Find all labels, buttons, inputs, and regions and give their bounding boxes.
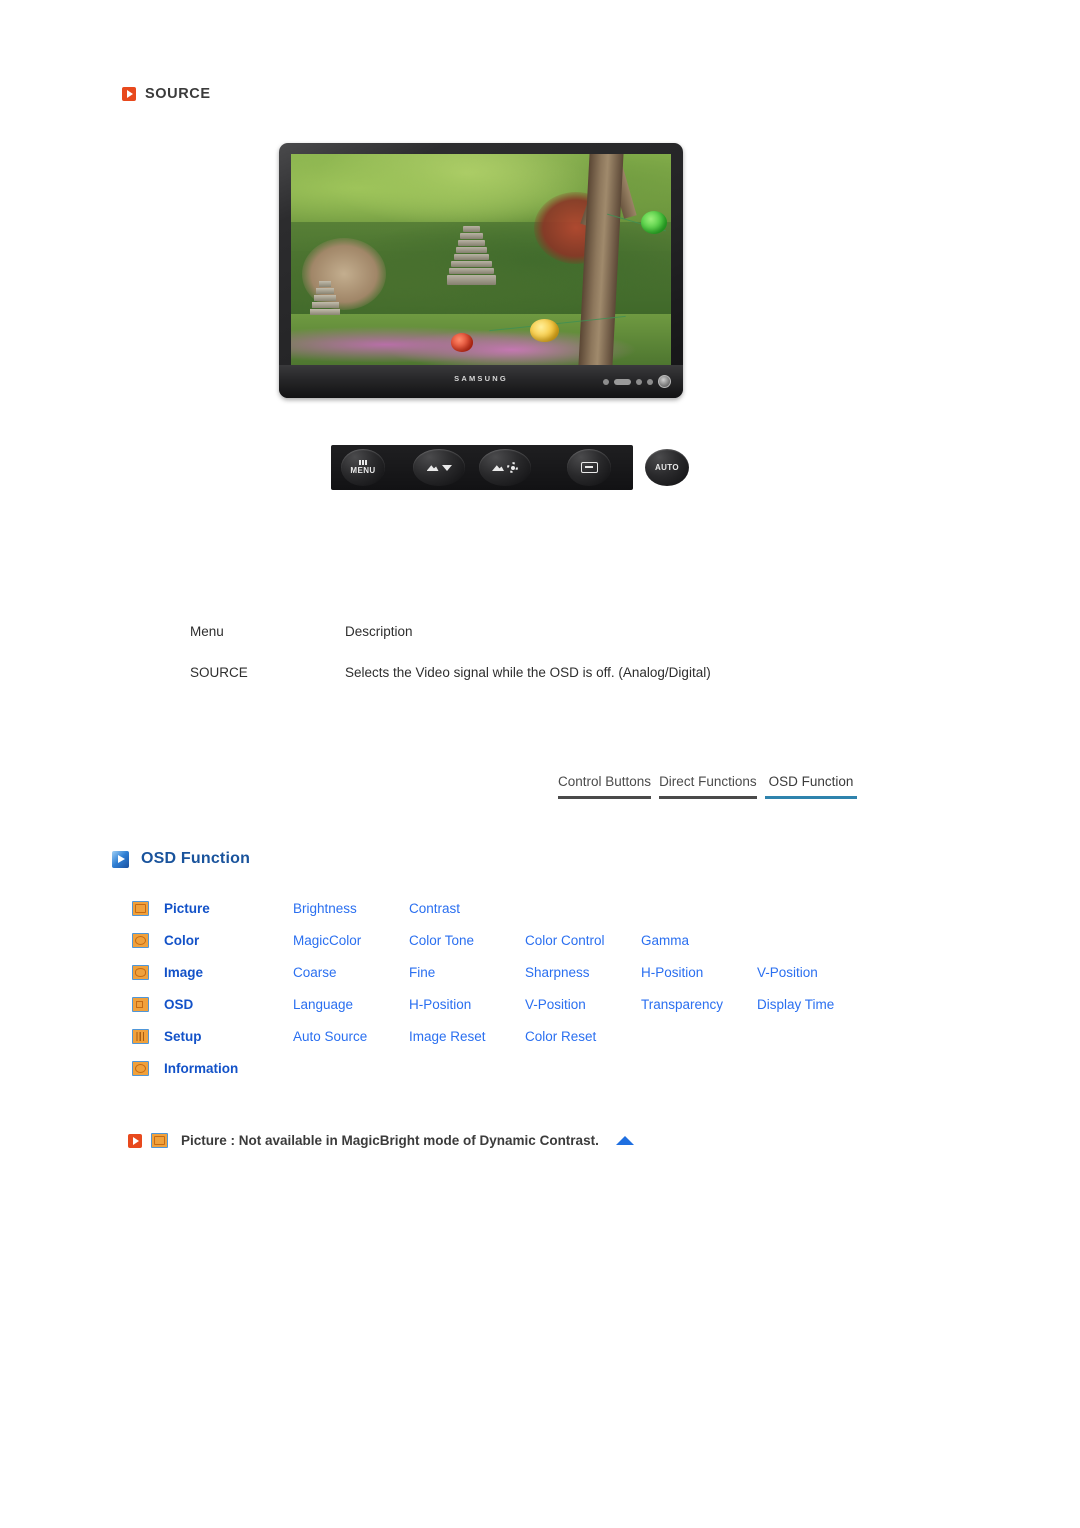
cell-menu-name: SOURCE (190, 665, 248, 680)
lantern-yellow (530, 318, 559, 342)
chin-button-4 (647, 378, 653, 385)
control-button-strip: MENU AUTO (331, 445, 689, 490)
menu-description-table: Menu Description SOURCE Selects the Vide… (190, 624, 790, 680)
brand-label: SAMSUNG (454, 374, 508, 383)
osd-item[interactable]: V-Position (757, 965, 873, 980)
osd-item[interactable]: Auto Source (293, 1029, 409, 1044)
chin-button-3 (636, 378, 642, 385)
osd-item[interactable]: Image Reset (409, 1029, 525, 1044)
osd-category-label[interactable]: OSD (164, 997, 293, 1012)
image-icon (132, 964, 149, 980)
tab-direct-functions[interactable]: Direct Functions (659, 774, 757, 799)
picture-icon (151, 1133, 168, 1148)
osd-item[interactable]: Language (293, 997, 409, 1012)
adjust-button[interactable] (413, 449, 465, 486)
osd-row-color: Color MagicColor Color Tone Color Contro… (132, 924, 962, 956)
screen-scene-photo (291, 154, 671, 365)
mountain-icon (426, 465, 439, 471)
osd-icon (132, 996, 149, 1012)
osd-row-setup: Setup Auto Source Image Reset Color Rese… (132, 1020, 962, 1052)
setup-icon (132, 1028, 149, 1044)
brightness-button[interactable] (479, 449, 531, 486)
osd-row-information: Information (132, 1052, 962, 1084)
osd-item[interactable]: V-Position (525, 997, 641, 1012)
osd-item[interactable]: Display Time (757, 997, 873, 1012)
source-section-heading: SOURCE (122, 86, 211, 102)
osd-function-heading: OSD Function (112, 850, 250, 868)
sun-icon (507, 462, 518, 473)
menu-button-label: MENU (350, 466, 376, 475)
osd-category-label[interactable]: Picture (164, 901, 293, 916)
osd-item[interactable]: Sharpness (525, 965, 641, 980)
section-heading-label: SOURCE (145, 86, 211, 102)
chin-button-1 (603, 378, 609, 385)
osd-row-picture: Picture Brightness Contrast (132, 892, 962, 924)
menu-bars-icon (359, 460, 367, 465)
osd-row-osd: OSD Language H-Position V-Position Trans… (132, 988, 962, 1020)
arrow-right-orange-icon (122, 87, 136, 101)
monitor-screen (291, 154, 671, 365)
column-header-description: Description (345, 624, 413, 639)
function-tabs: Control Buttons Direct Functions OSD Fun… (558, 774, 866, 799)
osd-row-image: Image Coarse Fine Sharpness H-Position V… (132, 956, 962, 988)
caret-down-icon (441, 464, 452, 471)
picture-icon (132, 900, 149, 916)
monitor-product-image: SAMSUNG (279, 143, 683, 398)
mountain-icon (492, 465, 504, 471)
osd-item[interactable]: Transparency (641, 997, 757, 1012)
cell-menu-description: Selects the Video signal while the OSD i… (345, 665, 711, 680)
chin-button-2 (614, 378, 631, 385)
monitor-chin: SAMSUNG (279, 365, 683, 398)
arrow-right-blue-icon (112, 850, 129, 868)
osd-item[interactable]: H-Position (409, 997, 525, 1012)
auto-button-label: AUTO (654, 463, 680, 472)
arrow-up-blue-icon[interactable] (615, 1136, 634, 1145)
column-header-menu: Menu (190, 624, 224, 639)
auto-button[interactable]: AUTO (645, 449, 689, 486)
osd-category-label[interactable]: Information (164, 1061, 293, 1076)
pagoda-small (310, 280, 341, 336)
monitor-chin-buttons (603, 375, 671, 388)
tab-osd-function[interactable]: OSD Function (764, 774, 858, 799)
osd-function-heading-label: OSD Function (141, 850, 251, 867)
osd-item[interactable]: H-Position (641, 965, 757, 980)
osd-function-menu-map: Picture Brightness Contrast Color MagicC… (132, 892, 962, 1084)
osd-item[interactable]: Color Tone (409, 933, 525, 948)
enter-source-icon (580, 462, 598, 473)
color-icon (132, 932, 149, 948)
osd-item[interactable]: Color Reset (525, 1029, 641, 1044)
table-row: SOURCE Selects the Video signal while th… (190, 665, 790, 680)
menu-button[interactable]: MENU (341, 449, 385, 486)
information-icon (132, 1060, 149, 1076)
tab-control-buttons[interactable]: Control Buttons (558, 774, 652, 799)
osd-category-label[interactable]: Image (164, 965, 293, 980)
osd-category-label[interactable]: Color (164, 933, 293, 948)
table-header-row: Menu Description (190, 624, 790, 639)
osd-category-label[interactable]: Setup (164, 1029, 293, 1044)
arrow-right-orange-icon (128, 1133, 142, 1148)
osd-item[interactable]: Contrast (409, 901, 525, 916)
osd-item[interactable]: Color Control (525, 933, 641, 948)
footnote-note: Picture : Not available in MagicBright m… (128, 1133, 634, 1148)
osd-item[interactable]: Brightness (293, 901, 409, 916)
osd-item[interactable]: Gamma (641, 933, 757, 948)
osd-item[interactable]: MagicColor (293, 933, 409, 948)
pagoda-large (446, 225, 497, 327)
source-enter-button[interactable] (567, 449, 611, 486)
osd-item[interactable]: Coarse (293, 965, 409, 980)
footnote-text: Picture : Not available in MagicBright m… (181, 1133, 599, 1148)
power-button-icon (658, 375, 671, 388)
osd-item[interactable]: Fine (409, 965, 525, 980)
